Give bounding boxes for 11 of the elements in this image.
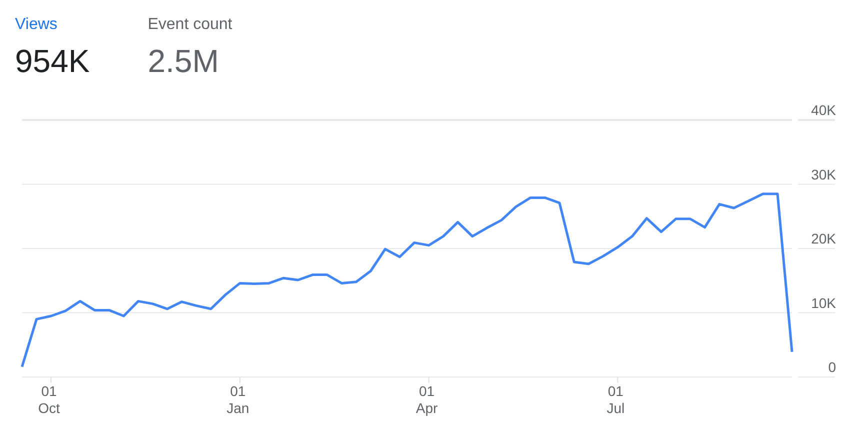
axis-label: 30K <box>811 166 836 182</box>
metric-tab[interactable]: Event count 2.5M <box>148 15 232 100</box>
metric-tab[interactable]: Views 954K <box>15 15 90 100</box>
axis-label: 0 <box>828 359 836 375</box>
axis-label: 01 Apr <box>416 383 438 416</box>
axis-label: 20K <box>811 230 836 246</box>
axis-label: 01 Jul <box>606 383 625 416</box>
axis-label: 40K <box>811 102 836 118</box>
axis-label: 10K <box>811 294 836 311</box>
axis-label: 01 Jan <box>226 383 250 416</box>
axis-label: 01 Oct <box>38 383 60 416</box>
